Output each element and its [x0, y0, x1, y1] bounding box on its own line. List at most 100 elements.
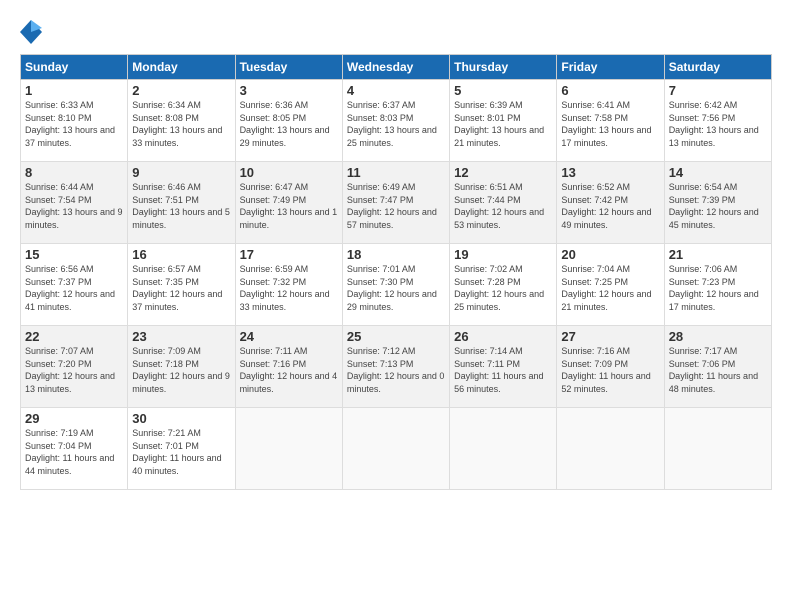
table-row: 8 Sunrise: 6:44 AMSunset: 7:54 PMDayligh…	[21, 162, 128, 244]
table-row: 25 Sunrise: 7:12 AMSunset: 7:13 PMDaylig…	[342, 326, 449, 408]
table-row: 30 Sunrise: 7:21 AMSunset: 7:01 PMDaylig…	[128, 408, 235, 490]
table-row	[664, 408, 771, 490]
day-info: Sunrise: 6:44 AMSunset: 7:54 PMDaylight:…	[25, 181, 123, 231]
logo-icon	[20, 18, 42, 46]
col-thursday: Thursday	[450, 55, 557, 80]
header-row: Sunday Monday Tuesday Wednesday Thursday…	[21, 55, 772, 80]
week-row-1: 1 Sunrise: 6:33 AMSunset: 8:10 PMDayligh…	[21, 80, 772, 162]
header	[20, 18, 772, 46]
day-number: 19	[454, 247, 552, 262]
table-row	[450, 408, 557, 490]
day-number: 5	[454, 83, 552, 98]
day-number: 15	[25, 247, 123, 262]
day-info: Sunrise: 7:16 AMSunset: 7:09 PMDaylight:…	[561, 345, 659, 395]
day-info: Sunrise: 6:51 AMSunset: 7:44 PMDaylight:…	[454, 181, 552, 231]
week-row-2: 8 Sunrise: 6:44 AMSunset: 7:54 PMDayligh…	[21, 162, 772, 244]
day-info: Sunrise: 6:52 AMSunset: 7:42 PMDaylight:…	[561, 181, 659, 231]
day-info: Sunrise: 6:59 AMSunset: 7:32 PMDaylight:…	[240, 263, 338, 313]
day-number: 24	[240, 329, 338, 344]
day-number: 18	[347, 247, 445, 262]
day-info: Sunrise: 6:46 AMSunset: 7:51 PMDaylight:…	[132, 181, 230, 231]
table-row: 23 Sunrise: 7:09 AMSunset: 7:18 PMDaylig…	[128, 326, 235, 408]
day-info: Sunrise: 7:09 AMSunset: 7:18 PMDaylight:…	[132, 345, 230, 395]
day-info: Sunrise: 6:42 AMSunset: 7:56 PMDaylight:…	[669, 99, 767, 149]
day-number: 22	[25, 329, 123, 344]
day-number: 26	[454, 329, 552, 344]
col-saturday: Saturday	[664, 55, 771, 80]
day-info: Sunrise: 6:56 AMSunset: 7:37 PMDaylight:…	[25, 263, 123, 313]
day-info: Sunrise: 7:11 AMSunset: 7:16 PMDaylight:…	[240, 345, 338, 395]
day-info: Sunrise: 7:02 AMSunset: 7:28 PMDaylight:…	[454, 263, 552, 313]
table-row: 13 Sunrise: 6:52 AMSunset: 7:42 PMDaylig…	[557, 162, 664, 244]
table-row: 26 Sunrise: 7:14 AMSunset: 7:11 PMDaylig…	[450, 326, 557, 408]
day-info: Sunrise: 7:01 AMSunset: 7:30 PMDaylight:…	[347, 263, 445, 313]
day-number: 29	[25, 411, 123, 426]
calendar-table: Sunday Monday Tuesday Wednesday Thursday…	[20, 54, 772, 490]
day-number: 17	[240, 247, 338, 262]
table-row: 28 Sunrise: 7:17 AMSunset: 7:06 PMDaylig…	[664, 326, 771, 408]
table-row: 19 Sunrise: 7:02 AMSunset: 7:28 PMDaylig…	[450, 244, 557, 326]
day-number: 6	[561, 83, 659, 98]
logo	[20, 18, 44, 46]
table-row: 11 Sunrise: 6:49 AMSunset: 7:47 PMDaylig…	[342, 162, 449, 244]
day-info: Sunrise: 7:06 AMSunset: 7:23 PMDaylight:…	[669, 263, 767, 313]
table-row: 15 Sunrise: 6:56 AMSunset: 7:37 PMDaylig…	[21, 244, 128, 326]
day-info: Sunrise: 6:47 AMSunset: 7:49 PMDaylight:…	[240, 181, 338, 231]
day-info: Sunrise: 6:57 AMSunset: 7:35 PMDaylight:…	[132, 263, 230, 313]
day-number: 28	[669, 329, 767, 344]
day-info: Sunrise: 7:04 AMSunset: 7:25 PMDaylight:…	[561, 263, 659, 313]
table-row: 17 Sunrise: 6:59 AMSunset: 7:32 PMDaylig…	[235, 244, 342, 326]
day-number: 12	[454, 165, 552, 180]
day-number: 7	[669, 83, 767, 98]
day-info: Sunrise: 6:33 AMSunset: 8:10 PMDaylight:…	[25, 99, 123, 149]
day-number: 11	[347, 165, 445, 180]
day-number: 3	[240, 83, 338, 98]
table-row: 22 Sunrise: 7:07 AMSunset: 7:20 PMDaylig…	[21, 326, 128, 408]
table-row: 18 Sunrise: 7:01 AMSunset: 7:30 PMDaylig…	[342, 244, 449, 326]
table-row: 27 Sunrise: 7:16 AMSunset: 7:09 PMDaylig…	[557, 326, 664, 408]
table-row: 21 Sunrise: 7:06 AMSunset: 7:23 PMDaylig…	[664, 244, 771, 326]
page: Sunday Monday Tuesday Wednesday Thursday…	[0, 0, 792, 612]
day-info: Sunrise: 6:39 AMSunset: 8:01 PMDaylight:…	[454, 99, 552, 149]
table-row: 5 Sunrise: 6:39 AMSunset: 8:01 PMDayligh…	[450, 80, 557, 162]
day-number: 16	[132, 247, 230, 262]
day-info: Sunrise: 7:19 AMSunset: 7:04 PMDaylight:…	[25, 427, 123, 477]
day-number: 13	[561, 165, 659, 180]
table-row: 16 Sunrise: 6:57 AMSunset: 7:35 PMDaylig…	[128, 244, 235, 326]
day-info: Sunrise: 6:36 AMSunset: 8:05 PMDaylight:…	[240, 99, 338, 149]
table-row: 3 Sunrise: 6:36 AMSunset: 8:05 PMDayligh…	[235, 80, 342, 162]
week-row-4: 22 Sunrise: 7:07 AMSunset: 7:20 PMDaylig…	[21, 326, 772, 408]
col-friday: Friday	[557, 55, 664, 80]
table-row: 2 Sunrise: 6:34 AMSunset: 8:08 PMDayligh…	[128, 80, 235, 162]
col-monday: Monday	[128, 55, 235, 80]
day-number: 20	[561, 247, 659, 262]
day-number: 23	[132, 329, 230, 344]
day-number: 2	[132, 83, 230, 98]
week-row-3: 15 Sunrise: 6:56 AMSunset: 7:37 PMDaylig…	[21, 244, 772, 326]
day-number: 21	[669, 247, 767, 262]
table-row: 10 Sunrise: 6:47 AMSunset: 7:49 PMDaylig…	[235, 162, 342, 244]
table-row: 7 Sunrise: 6:42 AMSunset: 7:56 PMDayligh…	[664, 80, 771, 162]
table-row	[557, 408, 664, 490]
day-number: 9	[132, 165, 230, 180]
table-row: 20 Sunrise: 7:04 AMSunset: 7:25 PMDaylig…	[557, 244, 664, 326]
table-row: 9 Sunrise: 6:46 AMSunset: 7:51 PMDayligh…	[128, 162, 235, 244]
day-info: Sunrise: 6:34 AMSunset: 8:08 PMDaylight:…	[132, 99, 230, 149]
day-number: 1	[25, 83, 123, 98]
day-info: Sunrise: 7:12 AMSunset: 7:13 PMDaylight:…	[347, 345, 445, 395]
day-info: Sunrise: 6:37 AMSunset: 8:03 PMDaylight:…	[347, 99, 445, 149]
day-number: 27	[561, 329, 659, 344]
day-number: 4	[347, 83, 445, 98]
table-row: 4 Sunrise: 6:37 AMSunset: 8:03 PMDayligh…	[342, 80, 449, 162]
table-row: 14 Sunrise: 6:54 AMSunset: 7:39 PMDaylig…	[664, 162, 771, 244]
day-info: Sunrise: 7:14 AMSunset: 7:11 PMDaylight:…	[454, 345, 552, 395]
table-row	[235, 408, 342, 490]
day-info: Sunrise: 7:21 AMSunset: 7:01 PMDaylight:…	[132, 427, 230, 477]
day-number: 10	[240, 165, 338, 180]
table-row: 29 Sunrise: 7:19 AMSunset: 7:04 PMDaylig…	[21, 408, 128, 490]
table-row: 12 Sunrise: 6:51 AMSunset: 7:44 PMDaylig…	[450, 162, 557, 244]
table-row	[342, 408, 449, 490]
col-sunday: Sunday	[21, 55, 128, 80]
day-number: 25	[347, 329, 445, 344]
col-wednesday: Wednesday	[342, 55, 449, 80]
